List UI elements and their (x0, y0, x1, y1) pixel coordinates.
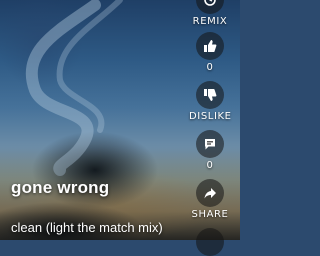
remix-button[interactable]: REMIX (189, 0, 231, 27)
comment-count: 0 (206, 160, 214, 171)
video-title[interactable]: gone wrong (11, 178, 109, 198)
thumbs-down-icon (196, 81, 224, 109)
like-count: 0 (206, 62, 214, 73)
audio-track-label[interactable]: clean (light the match mix) (11, 220, 163, 235)
dislike-label: DISLIKE (189, 111, 232, 122)
more-button[interactable] (189, 228, 231, 256)
remix-icon (196, 0, 224, 14)
comment-button[interactable]: 0 (189, 130, 231, 171)
comment-icon (196, 130, 224, 158)
share-icon (196, 179, 224, 207)
like-button[interactable]: 0 (189, 32, 231, 73)
dislike-button[interactable]: DISLIKE (189, 81, 231, 122)
thumbs-up-icon (196, 32, 224, 60)
share-button[interactable]: SHARE (189, 179, 231, 220)
remix-label: REMIX (192, 16, 228, 27)
more-icon (196, 228, 224, 256)
share-label: SHARE (191, 209, 229, 220)
action-rail: REMIX 0 DISLIKE 0 SHARE (189, 0, 231, 256)
